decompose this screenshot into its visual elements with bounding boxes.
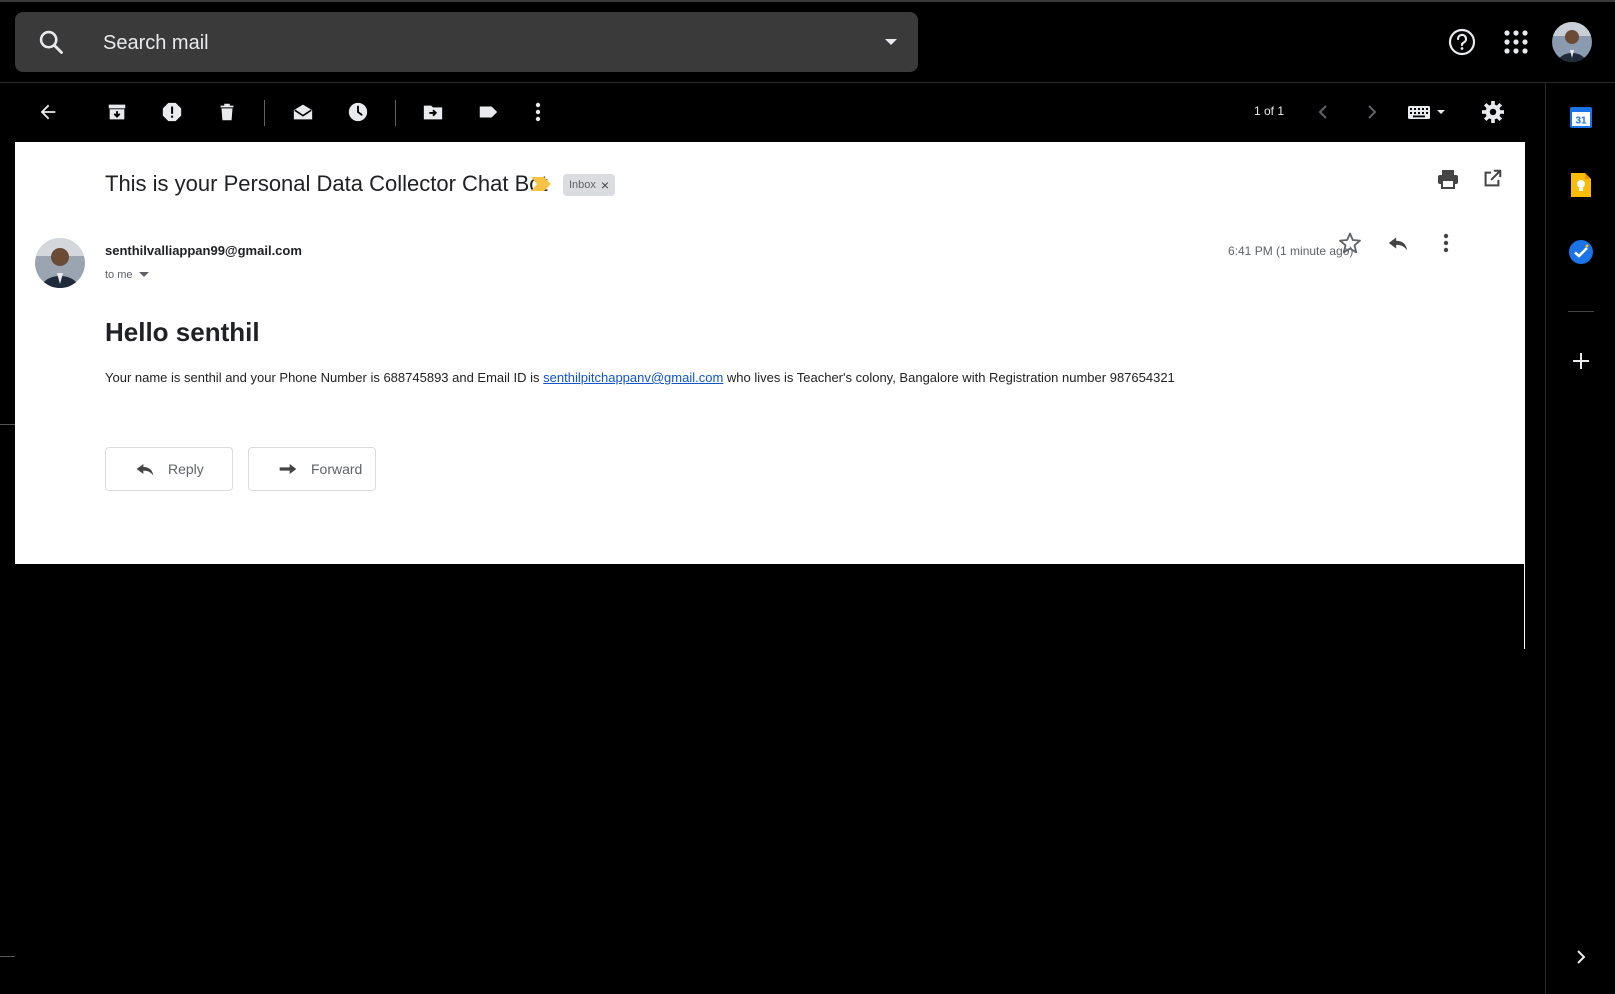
sender-email[interactable]: senthilvalliappan99@gmail.com [105,243,302,258]
forward-button-label: Forward [311,461,363,477]
message-toolbar: 1 of 1 [0,83,1545,140]
forward-icon [279,464,297,474]
move-to-icon[interactable] [416,95,450,129]
search-icon[interactable] [37,28,65,56]
header [0,2,1615,83]
important-marker-icon[interactable] [530,176,552,192]
message-card: This is your Personal Data Collector Cha… [15,142,1525,564]
settings-icon[interactable] [1476,95,1510,129]
label-chip-text: Inbox [569,179,596,191]
calendar-icon[interactable]: 31 [1564,100,1598,134]
reply-icon [136,464,154,476]
calendar-day: 31 [1575,116,1587,127]
keyboard-icon[interactable] [1404,95,1452,129]
apps-icon[interactable] [1499,25,1533,59]
tasks-icon[interactable] [1564,235,1598,269]
open-in-new-window-icon[interactable] [1477,164,1507,194]
left-edge-line [0,956,15,957]
pagination-count: 1 of 1 [1254,104,1285,118]
back-icon[interactable] [31,95,65,129]
left-edge-line [0,424,15,425]
report-spam-icon[interactable] [155,95,189,129]
message-greeting: Hello senthil [105,317,260,347]
label-icon[interactable] [471,95,505,129]
email-link[interactable]: senthilpitchappanv@gmail.com [543,370,723,385]
recipient-details-toggle[interactable]: to me [105,269,151,281]
expand-icon[interactable] [1564,940,1598,974]
remove-label-icon[interactable]: × [601,178,609,192]
sender-avatar[interactable] [35,238,85,288]
side-panel: 31 [1545,83,1615,994]
toolbar-divider [264,100,265,126]
delete-icon[interactable] [210,95,244,129]
newer-icon[interactable] [1306,95,1340,129]
account-avatar[interactable] [1552,22,1592,62]
add-icon[interactable] [1564,344,1598,378]
older-icon[interactable] [1355,95,1389,129]
body-text-start: Your name is senthil and your Phone Numb… [105,370,544,385]
reply-button[interactable]: Reply [105,447,233,491]
reply-button-label: Reply [168,461,204,477]
more-icon[interactable] [521,95,555,129]
star-icon[interactable] [1335,228,1365,258]
label-chip-inbox: Inbox × [563,174,616,196]
body-text-end: who lives is Teacher's colony, Bangalore… [723,370,1175,385]
reply-icon[interactable] [1383,228,1413,258]
toolbar-divider [395,100,396,126]
print-icon[interactable] [1433,164,1463,194]
keep-icon[interactable] [1564,168,1598,202]
message-body: Your name is senthil and your Phone Numb… [105,370,1175,385]
message-subject: This is your Personal Data Collector Cha… [105,171,548,196]
snooze-icon[interactable] [341,95,375,129]
recipient-dropdown-icon[interactable] [137,270,151,280]
card-edge-line [1524,564,1525,649]
archive-icon[interactable] [100,95,134,129]
search-input[interactable] [101,27,865,59]
search-options-dropdown-icon[interactable] [883,34,899,50]
more-options-icon[interactable] [1431,228,1461,258]
forward-button[interactable]: Forward [248,447,376,491]
side-panel-divider [1568,311,1594,312]
search-bar[interactable] [15,12,918,72]
help-icon[interactable] [1445,25,1479,59]
mark-unread-icon[interactable] [286,95,320,129]
recipient-label: to me [105,269,133,281]
